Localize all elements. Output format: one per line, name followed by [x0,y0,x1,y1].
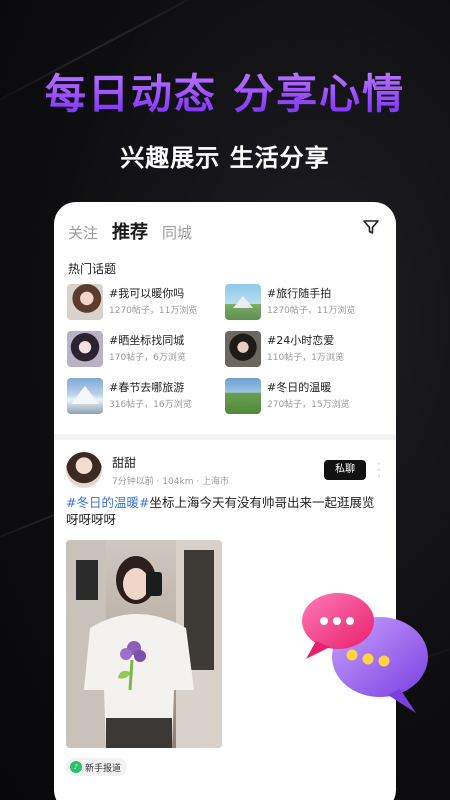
topic-item[interactable]: #24小时恋爱 110帖子，1万浏览 [225,331,383,367]
new-user-badge[interactable]: ♪ 新手报道 [66,758,128,776]
topic-name: #晒坐标找同城 [109,334,185,347]
post-header: 甜甜 7分钟以前 · 104km · 上海市 私聊 · · · [66,452,384,492]
topic-stats: 316帖子，16万浏览 [109,400,192,410]
post-user-name[interactable]: 甜甜 [112,454,136,471]
post-text: #冬日的温暖#坐标上海今天有没有帅哥出来一起逛展览呀呀呀呀 [66,494,384,528]
badge-label: 新手报道 [85,763,122,774]
post-photo-illustration [66,540,222,748]
topic-name: #冬日的温暖 [267,381,332,394]
post-hashtag[interactable]: #冬日的温暖# [66,495,149,510]
topic-stats: 170帖子，6万浏览 [109,353,186,363]
post-photo[interactable] [66,540,222,748]
tab-recommended[interactable]: 推荐 [112,218,148,244]
feed-tabs: 关注 推荐 同城 [68,218,192,244]
topic-name: #24小时恋爱 [267,334,335,347]
topic-name: #旅行随手拍 [267,287,332,300]
chat-bubbles-icon [302,593,428,713]
tab-following[interactable]: 关注 [68,222,98,243]
topic-stats: 1270帖子，11万浏览 [267,306,356,316]
topic-item[interactable]: #春节去哪旅游 316帖子，16万浏览 [67,378,225,414]
topic-stats: 1270帖子，11万浏览 [109,306,198,316]
topic-thumbnail [225,284,261,320]
filter-icon[interactable] [362,218,380,236]
tab-nearby[interactable]: 同城 [162,222,192,243]
topic-item[interactable]: #冬日的温暖 270帖子，15万浏览 [225,378,383,414]
topic-item[interactable]: #我可以暖你吗 1270帖子，11万浏览 [67,284,225,320]
topic-item[interactable]: #晒坐标找同城 170帖子，6万浏览 [67,331,225,367]
promo-headline: 每日动态 分享心情 [0,60,450,120]
section-divider [54,434,396,440]
topic-thumbnail [67,284,103,320]
hot-topics-grid: #我可以暖你吗 1270帖子，11万浏览 #旅行随手拍 1270帖子，11万浏览… [67,284,385,414]
bell-icon: ♪ [70,761,82,773]
post-meta: 7分钟以前 · 104km · 上海市 [112,477,230,487]
topic-thumbnail [225,378,261,414]
chat-bubble-decoration [300,585,440,715]
topic-thumbnail [67,378,103,414]
topic-thumbnail [225,331,261,367]
avatar[interactable] [66,452,102,488]
topic-thumbnail [67,331,103,367]
private-chat-button[interactable]: 私聊 [324,460,366,480]
promo-subheadline: 兴趣展示 生活分享 [120,144,330,172]
hot-topics-title: 热门话题 [68,262,117,276]
topic-item[interactable]: #旅行随手拍 1270帖子，11万浏览 [225,284,383,320]
topic-name: #春节去哪旅游 [109,381,185,394]
topic-stats: 110帖子，1万浏览 [267,353,344,363]
more-icon[interactable]: · · · [376,458,382,482]
topic-stats: 270帖子，15万浏览 [267,400,350,410]
topic-name: #我可以暖你吗 [109,287,185,300]
